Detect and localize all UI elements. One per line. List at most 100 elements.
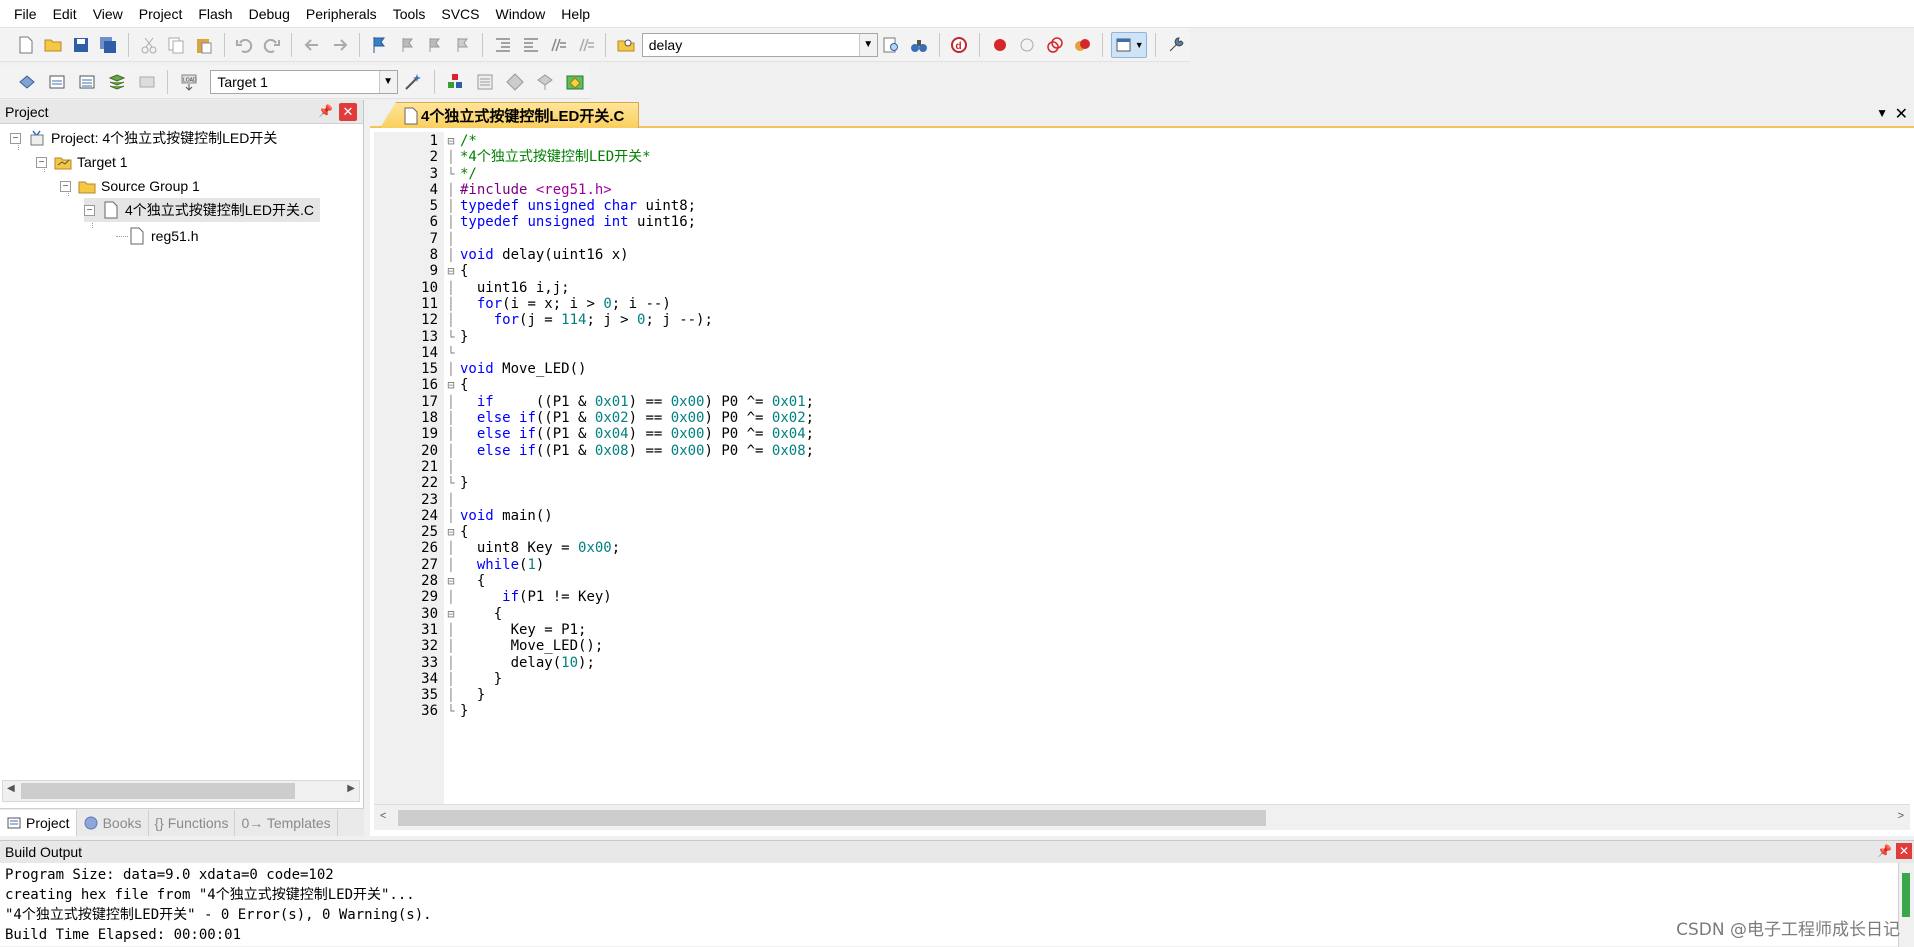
pack-installer-button[interactable] — [562, 69, 588, 95]
menu-project[interactable]: Project — [131, 0, 191, 28]
editor-file-tab[interactable]: 4个独立式按键控制LED开关.C — [380, 102, 640, 128]
close-icon[interactable]: ✕ — [1896, 843, 1912, 859]
translate-button[interactable] — [14, 69, 40, 95]
fold-toggle-icon[interactable]: ⊟ — [442, 606, 460, 622]
save-all-button[interactable] — [97, 32, 121, 58]
new-file-button[interactable] — [14, 32, 38, 58]
menu-edit[interactable]: Edit — [45, 0, 85, 28]
next-bookmark-button[interactable] — [423, 32, 447, 58]
code-line[interactable]: 4 │ #include <reg51.h> — [374, 182, 1910, 198]
code-line[interactable]: 35 │ } — [374, 687, 1910, 703]
fold-toggle-icon[interactable]: ⊟ — [442, 524, 460, 540]
tab-project[interactable]: Project — [0, 809, 77, 836]
uncomment-button[interactable] — [574, 32, 598, 58]
tree-source-group[interactable]: − Source Group 1 — [60, 174, 200, 198]
code-line[interactable]: 18 │ else if((P1 & 0x02) == 0x00) P0 ^= 0… — [374, 410, 1910, 426]
code-line[interactable]: 27 │ while(1) — [374, 557, 1910, 573]
code-line[interactable]: 22 └} — [374, 475, 1910, 491]
indent-button[interactable] — [491, 32, 515, 58]
tree-project[interactable]: − Project: 4个独立式按键控制LED开关 — [10, 126, 277, 150]
collapse-icon[interactable]: − — [10, 132, 21, 144]
code-line[interactable]: 15 │ void Move_LED() — [374, 361, 1910, 377]
save-button[interactable] — [69, 32, 93, 58]
disable-breakpoint-button[interactable] — [1016, 32, 1040, 58]
project-horizontal-scrollbar[interactable]: ◀ ▶ — [2, 780, 360, 802]
code-line[interactable]: 8 │ void delay(uint16 x) — [374, 247, 1910, 263]
chevron-down-icon[interactable]: ▼ — [858, 33, 877, 56]
software-components-button[interactable] — [532, 69, 558, 95]
navigate-back-button[interactable] — [300, 32, 324, 58]
close-icon[interactable]: ✕ — [339, 103, 357, 121]
menu-flash[interactable]: Flash — [190, 0, 240, 28]
tree-header-file[interactable]: reg51.h — [128, 224, 198, 248]
undo-button[interactable] — [232, 32, 256, 58]
code-line[interactable]: 20 │ else if((P1 & 0x08) == 0x00) P0 ^= 0… — [374, 443, 1910, 459]
open-file-button[interactable] — [42, 32, 66, 58]
kill-all-breakpoints-button[interactable] — [1071, 32, 1095, 58]
fold-toggle-icon[interactable]: ⊟ — [442, 263, 460, 279]
scroll-right-icon[interactable]: > — [1898, 810, 1904, 822]
code-line[interactable]: 33 │ delay(10); — [374, 655, 1910, 671]
code-line[interactable]: 12 │ for(j = 114; j > 0; j --); — [374, 312, 1910, 328]
menu-file[interactable]: File — [6, 0, 45, 28]
code-line[interactable]: 30 ⊟ { — [374, 606, 1910, 622]
tree-source-file[interactable]: − 4个独立式按键控制LED开关.C — [84, 198, 321, 222]
scroll-thumb[interactable] — [1902, 873, 1910, 917]
stop-build-button[interactable] — [134, 69, 160, 95]
code-line[interactable]: 34 │ } — [374, 671, 1910, 687]
code-line[interactable]: 21 │ — [374, 459, 1910, 475]
insert-breakpoint-button[interactable] — [988, 32, 1012, 58]
code-line[interactable]: 25 ⊟{ — [374, 524, 1910, 540]
code-line[interactable]: 7 │ — [374, 231, 1910, 247]
fold-toggle-icon[interactable]: ⊟ — [442, 573, 460, 589]
pin-icon[interactable]: 📌 — [318, 104, 333, 118]
target-options-button[interactable] — [400, 69, 426, 95]
navigate-forward-button[interactable] — [328, 32, 352, 58]
code-line[interactable]: 23 │ — [374, 492, 1910, 508]
copy-button[interactable] — [164, 32, 188, 58]
find-in-files-button[interactable] — [614, 32, 638, 58]
collapse-icon[interactable]: − — [36, 156, 47, 168]
chevron-down-icon[interactable]: ▼ — [378, 70, 397, 93]
collapse-icon[interactable]: − — [60, 180, 71, 192]
code-line[interactable]: 6 │ typedef unsigned int uint16; — [374, 214, 1910, 230]
comment-button[interactable] — [546, 32, 570, 58]
scroll-left-icon[interactable]: ◀ — [7, 783, 15, 794]
close-tab-icon[interactable]: ✕ — [1895, 104, 1908, 124]
code-line[interactable]: 1 ⊟/* — [374, 133, 1910, 149]
redo-button[interactable] — [260, 32, 284, 58]
debug-session-button[interactable]: d — [948, 32, 972, 58]
code-line[interactable]: 14 └ — [374, 345, 1910, 361]
find-button[interactable] — [880, 32, 904, 58]
code-line[interactable]: 36 └} — [374, 703, 1910, 719]
tab-books[interactable]: Books — [77, 809, 149, 836]
disable-all-breakpoints-button[interactable] — [1043, 32, 1067, 58]
code-line[interactable]: 26 │ uint8 Key = 0x00; — [374, 540, 1910, 556]
fold-toggle-icon[interactable]: ⊟ — [442, 377, 460, 393]
code-line[interactable]: 5 │ typedef unsigned char uint8; — [374, 198, 1910, 214]
select-packs-button[interactable] — [502, 69, 528, 95]
menu-debug[interactable]: Debug — [241, 0, 298, 28]
code-line[interactable]: 31 │ Key = P1; — [374, 622, 1910, 638]
build-button[interactable] — [44, 69, 70, 95]
menu-peripherals[interactable]: Peripherals — [298, 0, 385, 28]
pin-icon[interactable]: 📌 — [1877, 844, 1892, 858]
code-line[interactable]: 29 │ if(P1 != Key) — [374, 589, 1910, 605]
code-editor[interactable]: 1 ⊟/* 2 │ *4个独立式按键控制LED开关* 3 └ */4 │ #include <re… — [374, 133, 1910, 720]
clear-bookmarks-button[interactable] — [451, 32, 475, 58]
collapse-icon[interactable]: − — [84, 204, 95, 216]
scroll-left-icon[interactable]: < — [380, 810, 386, 822]
tab-list-dropdown-icon[interactable]: ▼ — [1876, 106, 1888, 120]
code-line[interactable]: 2 │ *4个独立式按键控制LED开关* — [374, 149, 1910, 165]
menu-svcs[interactable]: SVCS — [433, 0, 487, 28]
cut-button[interactable] — [137, 32, 161, 58]
batch-build-button[interactable] — [104, 69, 130, 95]
scroll-thumb[interactable] — [21, 783, 295, 799]
code-line[interactable]: 11 │ for(i = x; i > 0; i --) — [374, 296, 1910, 312]
paste-button[interactable] — [192, 32, 216, 58]
code-line[interactable]: 3 └ */ — [374, 166, 1910, 182]
code-line[interactable]: 24 │ void main() — [374, 508, 1910, 524]
menu-view[interactable]: View — [85, 0, 131, 28]
editor-horizontal-scrollbar[interactable]: < > — [374, 804, 1910, 830]
download-button[interactable]: LOAD — [176, 69, 202, 95]
